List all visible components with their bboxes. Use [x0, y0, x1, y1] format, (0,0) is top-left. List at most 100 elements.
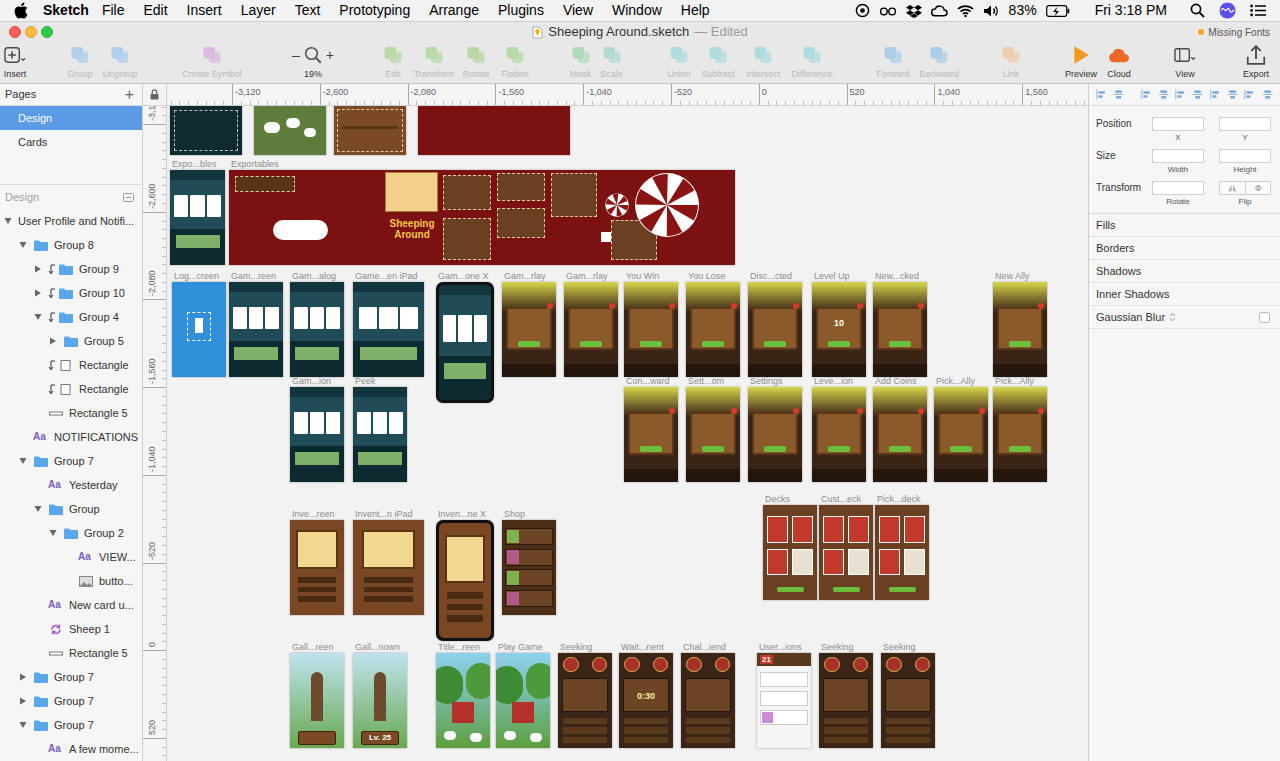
- siri-icon[interactable]: [1219, 2, 1236, 19]
- artboard[interactable]: [748, 282, 802, 377]
- artboard[interactable]: 10: [812, 282, 866, 377]
- artboard-label[interactable]: Chal...iend: [683, 642, 726, 652]
- align-icon[interactable]: [1244, 88, 1255, 101]
- search-icon[interactable]: [1190, 3, 1205, 18]
- artboard[interactable]: [624, 282, 678, 377]
- menu-item[interactable]: Edit: [143, 0, 167, 21]
- page-item[interactable]: Cards: [0, 130, 142, 154]
- disclosure-triangle-icon[interactable]: [19, 673, 27, 681]
- toolbar-button[interactable]: Rotate: [456, 45, 496, 80]
- number-field[interactable]: [1152, 149, 1204, 163]
- artboard-label[interactable]: Pick...Ally: [995, 376, 1034, 386]
- artboard[interactable]: [819, 505, 873, 600]
- layer-row[interactable]: User Profile and Notifi...: [0, 209, 142, 233]
- layer-row[interactable]: Group 4: [0, 305, 142, 329]
- artboard-label[interactable]: Wait...nent: [621, 642, 664, 652]
- disclosure-slot[interactable]: [34, 312, 48, 322]
- artboard[interactable]: [686, 387, 740, 482]
- artboard[interactable]: [564, 282, 618, 377]
- artboard[interactable]: [170, 170, 225, 265]
- artboard[interactable]: [873, 282, 927, 377]
- artboard-label[interactable]: Gam...reen: [231, 271, 276, 281]
- layer-row[interactable]: AaNew card u...: [0, 593, 142, 617]
- disclosure-slot[interactable]: [49, 336, 63, 346]
- artboard-label[interactable]: Inven...ne X: [438, 509, 486, 519]
- artboard[interactable]: [748, 387, 802, 482]
- toolbar-button[interactable]: Union: [660, 45, 698, 80]
- disclosure-slot[interactable]: [19, 720, 33, 730]
- artboard[interactable]: [172, 282, 226, 377]
- disclosure-triangle-icon[interactable]: [19, 241, 27, 249]
- artboard-label[interactable]: Inve...reen: [292, 509, 335, 519]
- layer-row[interactable]: Group 7: [0, 689, 142, 713]
- menu-item[interactable]: File: [102, 0, 125, 21]
- artboard[interactable]: [229, 282, 283, 377]
- align-icon[interactable]: [1175, 88, 1186, 101]
- toolbar-button[interactable]: View: [1165, 45, 1205, 80]
- align-icon[interactable]: [1096, 88, 1107, 101]
- align-icon[interactable]: [1227, 88, 1238, 101]
- artboard[interactable]: 21: [757, 653, 811, 748]
- flip-horizontal-icon[interactable]: [1220, 182, 1246, 194]
- disclosure-triangle-icon[interactable]: [34, 313, 42, 321]
- toolbar-button[interactable]: Cloud: [1101, 45, 1137, 80]
- toolbar-button[interactable]: Intersect: [738, 45, 788, 80]
- align-icon[interactable]: [1210, 88, 1221, 101]
- style-section[interactable]: Fills: [1089, 214, 1280, 237]
- artboard[interactable]: [875, 505, 929, 600]
- flip-vertical-icon[interactable]: [1246, 182, 1271, 194]
- artboard-label[interactable]: You Win: [626, 271, 659, 281]
- menu-item[interactable]: Insert: [187, 0, 222, 21]
- artboard-label[interactable]: Sett...om: [688, 376, 724, 386]
- artboard[interactable]: [290, 387, 344, 482]
- blur-checkbox[interactable]: [1259, 312, 1270, 323]
- artboard-label[interactable]: Gam...rlay: [566, 271, 608, 281]
- layer-row[interactable]: AaYesterday: [0, 473, 142, 497]
- artboard[interactable]: [502, 520, 556, 615]
- toolbar-button[interactable]: Create Symbol: [174, 45, 250, 80]
- artboard[interactable]: [436, 653, 490, 748]
- layer-row[interactable]: butto...: [0, 569, 142, 593]
- disclosure-slot[interactable]: [34, 288, 48, 298]
- artboard-label[interactable]: Add Coins: [875, 376, 917, 386]
- artboard[interactable]: [502, 282, 556, 377]
- align-icon[interactable]: [1113, 88, 1124, 101]
- disclosure-triangle-icon[interactable]: [34, 289, 42, 297]
- disclosure-slot[interactable]: [19, 672, 33, 682]
- toolbar-button[interactable]: Flatten: [496, 45, 534, 80]
- layer-row[interactable]: Group 7: [0, 449, 142, 473]
- artboard-label[interactable]: Settings: [750, 376, 783, 386]
- clock[interactable]: Fri 3:18 PM: [1095, 0, 1167, 21]
- toolbar-button[interactable]: Transform: [412, 45, 456, 80]
- disclosure-slot[interactable]: [4, 216, 18, 226]
- artboard[interactable]: [558, 653, 612, 748]
- artboard-label[interactable]: Gall...reen: [292, 642, 334, 652]
- wifi-icon[interactable]: [957, 4, 974, 17]
- toolbar-button[interactable]: Insert: [0, 45, 30, 80]
- layer-row[interactable]: Rectangle 5: [0, 401, 142, 425]
- disclosure-slot[interactable]: [19, 456, 33, 466]
- artboard[interactable]: [290, 282, 344, 377]
- artboard-label[interactable]: Gam...rlay: [504, 271, 546, 281]
- toolbar-button[interactable]: Edit: [374, 45, 412, 80]
- artboard-label[interactable]: Pick...deck: [877, 494, 921, 504]
- artboard[interactable]: [812, 387, 866, 482]
- artboard[interactable]: [254, 106, 326, 155]
- artboard[interactable]: [290, 653, 344, 748]
- artboard[interactable]: [681, 653, 735, 748]
- artboard-label[interactable]: Log...creen: [174, 271, 219, 281]
- artboard-label[interactable]: Shop: [504, 509, 525, 519]
- artboard-label[interactable]: User...ions: [759, 642, 802, 652]
- menu-item[interactable]: Window: [612, 0, 662, 21]
- disclosure-triangle-icon[interactable]: [34, 505, 42, 513]
- artboard-label[interactable]: You Lose: [688, 271, 725, 281]
- disclosure-slot[interactable]: [19, 696, 33, 706]
- align-icon[interactable]: [1141, 88, 1152, 101]
- artboard-label[interactable]: Peek: [355, 376, 376, 386]
- artboard[interactable]: [624, 387, 678, 482]
- glasses-icon[interactable]: [879, 5, 897, 17]
- toolbar-button[interactable]: Backward: [916, 45, 962, 80]
- disclosure-triangle-icon[interactable]: [49, 337, 57, 345]
- artboard[interactable]: Sheeping Around: [229, 170, 735, 265]
- toolbar-button[interactable]: Ungroup: [100, 45, 140, 80]
